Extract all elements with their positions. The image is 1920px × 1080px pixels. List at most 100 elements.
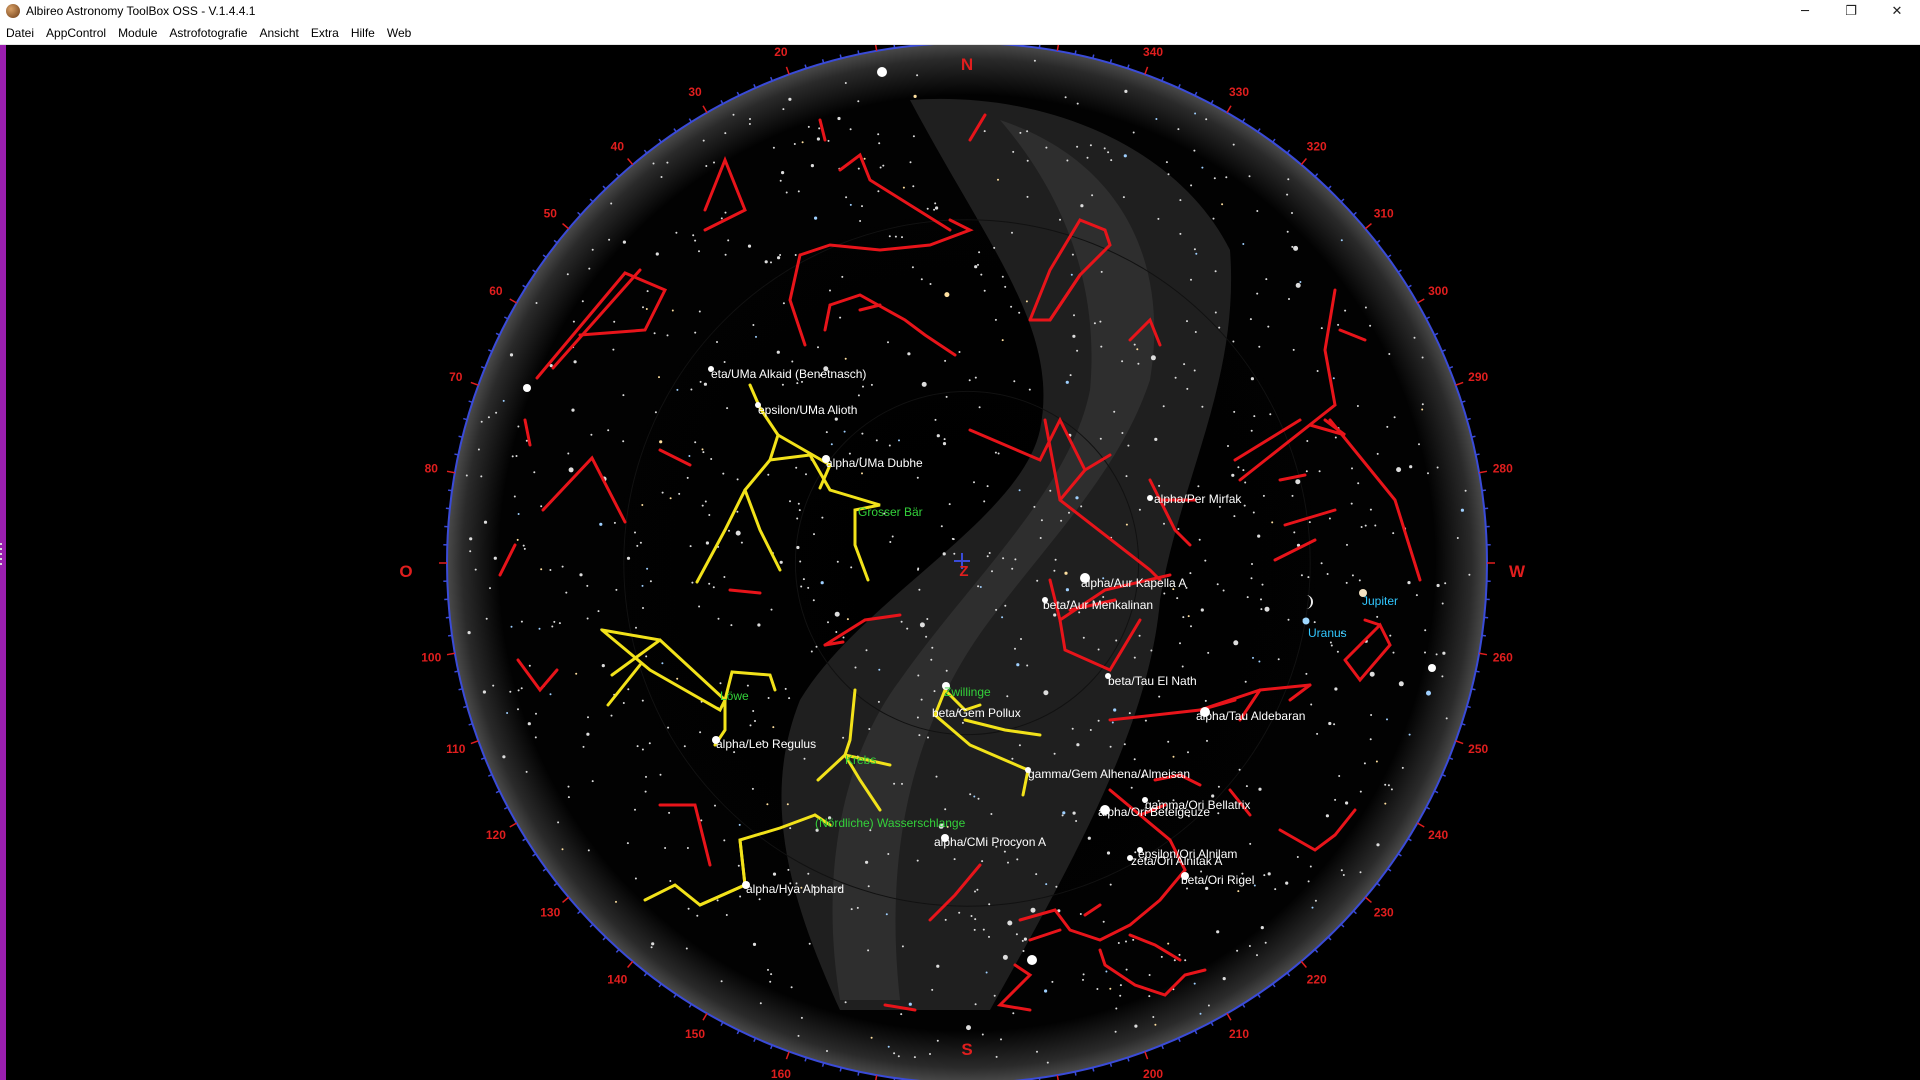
azimuth-tick (1300, 158, 1307, 166)
bright-star[interactable] (1027, 955, 1037, 965)
star (1066, 159, 1069, 162)
star (1260, 608, 1263, 611)
star (667, 726, 670, 729)
uranus-marker[interactable] (1302, 617, 1310, 625)
star (1184, 959, 1187, 962)
bright-star[interactable] (1147, 495, 1153, 501)
star (1320, 562, 1323, 565)
star (818, 127, 821, 130)
star (1007, 861, 1009, 864)
star (1421, 356, 1424, 359)
star (1004, 604, 1007, 607)
star (1117, 942, 1120, 944)
star (485, 617, 488, 620)
menu-module[interactable]: Module (112, 22, 163, 44)
star (610, 202, 613, 205)
star (850, 566, 853, 569)
star (1218, 505, 1221, 508)
sky-map[interactable]: 1020304050607080100110120130140150160170… (0, 20, 1920, 1080)
star (906, 627, 909, 630)
menu-appcontrol[interactable]: AppControl (40, 22, 112, 44)
azimuth-tick (1425, 806, 1431, 810)
menu-ansicht[interactable]: Ansicht (253, 22, 304, 44)
star (654, 411, 657, 414)
close-button[interactable]: ✕ (1874, 0, 1920, 22)
star (805, 473, 807, 476)
star (1174, 376, 1177, 379)
star (694, 331, 697, 334)
star (726, 407, 729, 410)
splitter-grip[interactable] (0, 540, 3, 576)
star (1096, 988, 1099, 990)
menu-extra[interactable]: Extra (305, 22, 345, 44)
azimuth-tick (1092, 54, 1095, 59)
star (1113, 708, 1117, 712)
star (1122, 196, 1125, 199)
star (1256, 210, 1259, 212)
star (586, 584, 589, 587)
minimize-button[interactable]: ─ (1782, 0, 1828, 22)
star (686, 476, 689, 479)
bright-star[interactable] (877, 67, 887, 77)
star (650, 946, 653, 949)
star (1014, 647, 1016, 650)
star (834, 611, 840, 617)
azimuth-tick (487, 773, 493, 777)
star (784, 687, 787, 690)
star (590, 433, 593, 436)
star (1176, 597, 1179, 600)
star (1089, 144, 1092, 147)
bright-star[interactable] (1428, 664, 1436, 672)
star (1207, 1004, 1210, 1007)
star (1065, 588, 1069, 592)
star (868, 728, 871, 730)
star (1334, 798, 1337, 801)
azimuth-tick (1407, 837, 1412, 842)
azimuth-tick (1352, 910, 1357, 915)
bright-star[interactable] (523, 384, 531, 392)
star (877, 133, 880, 136)
star (807, 872, 810, 875)
menu-hilfe[interactable]: Hilfe (345, 22, 381, 44)
star (1325, 814, 1329, 818)
azimuth-tick (702, 105, 708, 114)
azimuth-label: 210 (1229, 1027, 1249, 1041)
azimuth-label: 160 (771, 1067, 791, 1080)
star (802, 578, 805, 581)
star (1134, 851, 1137, 854)
star (1012, 150, 1015, 153)
star (597, 610, 600, 613)
star (582, 745, 585, 748)
menu-web[interactable]: Web (381, 22, 417, 44)
star (1113, 410, 1116, 413)
star (913, 94, 917, 98)
star (1295, 282, 1301, 288)
azimuth-tick (1074, 50, 1077, 55)
azimuth-tick (821, 59, 825, 64)
star (645, 308, 648, 310)
maximize-button[interactable]: ❐ (1828, 0, 1874, 22)
star (1295, 479, 1301, 485)
star (1068, 511, 1070, 514)
azimuth-tick (1441, 773, 1447, 777)
sky-map-area[interactable]: 1020304050607080100110120130140150160170… (0, 20, 1920, 1080)
star (1421, 403, 1424, 406)
star (1205, 886, 1209, 891)
star (615, 588, 618, 591)
menu-datei[interactable]: Datei (0, 22, 40, 44)
menu-astrofotografie[interactable]: Astrofotografie (163, 22, 253, 44)
star (1244, 680, 1247, 683)
star (575, 672, 578, 675)
star (1018, 311, 1021, 314)
star (696, 914, 699, 917)
azimuth-tick (839, 1067, 842, 1072)
star (615, 900, 617, 903)
star (1186, 320, 1188, 323)
azimuth-tick (753, 1037, 757, 1043)
star (502, 755, 506, 759)
star (988, 552, 991, 554)
star (727, 239, 730, 242)
azimuth-tick (1471, 688, 1476, 691)
star (1182, 616, 1185, 619)
star (1179, 232, 1182, 235)
